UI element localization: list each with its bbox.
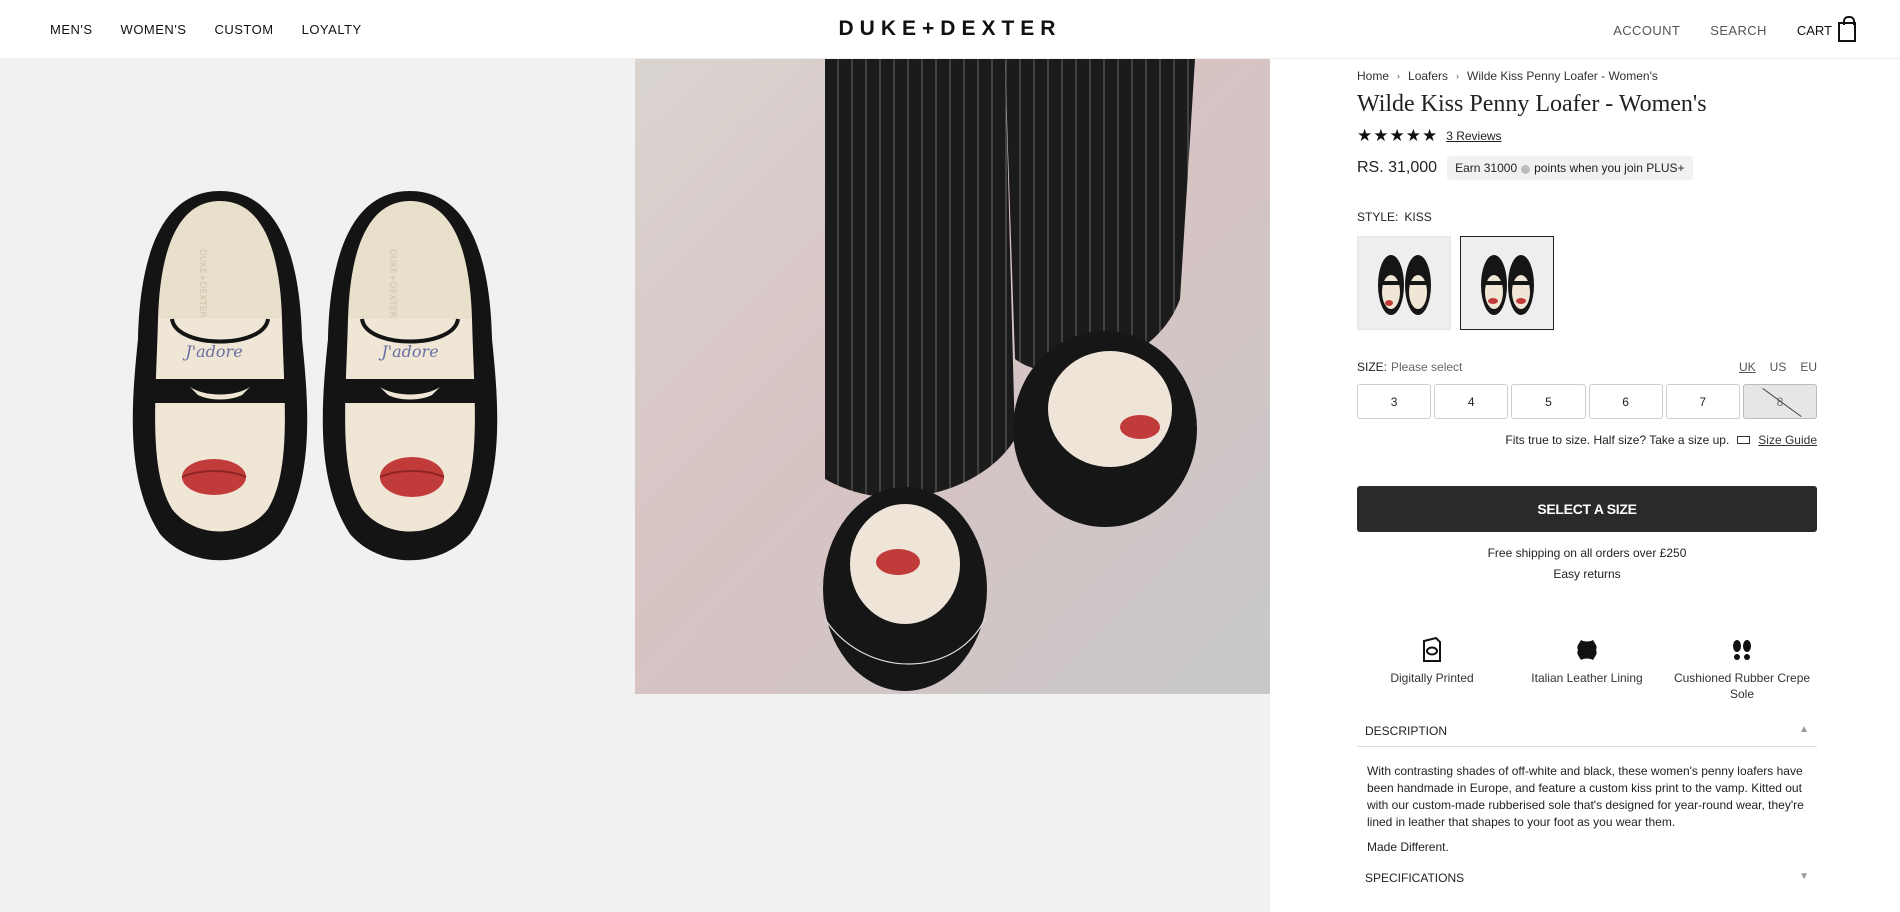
footprints-icon	[1667, 635, 1817, 665]
main-nav: MEN'S WOMEN'S CUSTOM LOYALTY	[50, 22, 362, 37]
account-link[interactable]: ACCOUNT	[1613, 23, 1680, 38]
size-options: 3 4 5 6 7 8	[1357, 384, 1818, 419]
feature-label: Cushioned Rubber Crepe Sole	[1673, 671, 1811, 701]
style-label: STYLE:	[1357, 210, 1399, 224]
swatch-thumbnail-icon	[1481, 255, 1534, 315]
fit-note-text: Fits true to size. Half size? Take a siz…	[1505, 433, 1730, 447]
product-gallery: J'adore DUKE+DEXTER J'adore DUKE+DEXTER	[0, 59, 1270, 912]
style-swatch-kiss[interactable]	[1460, 236, 1554, 330]
site-header: MEN'S WOMEN'S CUSTOM LOYALTY DUKE+DEXTER…	[0, 0, 1900, 59]
size-option-8-sold-out[interactable]: 8	[1742, 384, 1818, 419]
earn-points-suffix: points when you join PLUS+	[1534, 161, 1685, 175]
easy-returns-text: Easy returns	[1553, 567, 1621, 581]
ruler-icon	[1737, 436, 1751, 444]
script-text-right: J'adore	[378, 342, 438, 361]
nav-womens[interactable]: WOMEN'S	[121, 22, 187, 37]
feature-digitally-printed: Digitally Printed	[1357, 635, 1507, 702]
shopping-bag-icon	[1838, 16, 1856, 42]
free-shipping-text: Free shipping on all orders over £250	[1487, 546, 1687, 560]
size-label: SIZE:	[1357, 360, 1388, 374]
size-label-group: SIZE: Please select	[1357, 360, 1462, 374]
product-panel: Home › Loafers › Wilde Kiss Penny Loafer…	[1357, 59, 1818, 885]
specifications-heading: SPECIFICATIONS	[1365, 871, 1465, 885]
style-selector-label: STYLE: KISS	[1357, 210, 1817, 224]
lifestyle-photo-illustration	[635, 59, 1270, 694]
fit-note: Fits true to size. Half size? Take a siz…	[1357, 433, 1817, 447]
product-image-lifestyle[interactable]	[635, 59, 1270, 694]
size-option-7[interactable]: 7	[1665, 384, 1740, 419]
brand-stamp-left: DUKE+DEXTER	[197, 249, 207, 318]
breadcrumb: Home › Loafers › Wilde Kiss Penny Loafer…	[1357, 69, 1817, 83]
style-swatch-1[interactable]	[1357, 236, 1451, 330]
script-text-left: J'adore	[182, 342, 242, 361]
description-text: With contrasting shades of off-white and…	[1367, 764, 1804, 829]
specifications-accordion-header[interactable]: SPECIFICATIONS ▼	[1357, 871, 1817, 885]
loyalty-points-badge: Earn 31000 points when you join PLUS+	[1447, 156, 1693, 180]
size-unit-toggle: UK US EU	[1739, 360, 1817, 374]
breadcrumb-loafers[interactable]: Loafers	[1408, 69, 1448, 83]
chevron-right-icon: ›	[1397, 71, 1401, 81]
description-body: With contrasting shades of off-white and…	[1357, 747, 1817, 856]
leather-icon	[1512, 635, 1662, 665]
feature-rubber-sole: Cushioned Rubber Crepe Sole	[1667, 635, 1817, 702]
product-image-top-view[interactable]: J'adore DUKE+DEXTER J'adore DUKE+DEXTER	[0, 59, 635, 694]
size-option-3[interactable]: 3	[1357, 384, 1432, 419]
utility-nav: ACCOUNT SEARCH CART	[1613, 16, 1856, 42]
chevron-down-icon: ▼	[1799, 871, 1809, 882]
breadcrumb-home[interactable]: Home	[1357, 69, 1389, 83]
unit-us[interactable]: US	[1770, 360, 1787, 374]
unit-uk[interactable]: UK	[1739, 360, 1756, 374]
size-placeholder: Please select	[1391, 360, 1463, 374]
unit-eu[interactable]: EU	[1800, 360, 1817, 374]
size-header: SIZE: Please select UK US EU	[1357, 360, 1817, 374]
size-option-6[interactable]: 6	[1588, 384, 1663, 419]
shipping-info: Free shipping on all orders over £250 Ea…	[1357, 543, 1817, 585]
feature-label: Digitally Printed	[1390, 671, 1474, 685]
brand-stamp-right: DUKE+DEXTER	[387, 249, 397, 318]
breadcrumb-current[interactable]: Wilde Kiss Penny Loafer - Women's	[1467, 69, 1658, 83]
style-value: KISS	[1404, 210, 1432, 224]
cart-label: CART	[1796, 22, 1832, 38]
star-rating-icon[interactable]: ★★★★★	[1357, 126, 1438, 146]
feature-label: Italian Leather Lining	[1531, 671, 1643, 685]
product-price: RS. 31,000	[1357, 159, 1438, 176]
search-link[interactable]: SEARCH	[1710, 23, 1767, 38]
size-guide-link[interactable]: Size Guide	[1758, 433, 1817, 447]
description-accordion-header[interactable]: DESCRIPTION ▲	[1357, 724, 1817, 747]
cart-button[interactable]: CART	[1796, 16, 1856, 42]
chevron-up-icon: ▲	[1799, 724, 1809, 735]
size-option-4[interactable]: 4	[1434, 384, 1509, 419]
swatch-thumbnail-icon	[1378, 255, 1431, 315]
loafers-pair-illustration: J'adore DUKE+DEXTER J'adore DUKE+DEXTER	[124, 159, 518, 579]
rating-row: ★★★★★ 3 Reviews	[1357, 126, 1817, 146]
size-option-5[interactable]: 5	[1511, 384, 1586, 419]
earn-points-text: Earn 31000	[1455, 161, 1518, 175]
site-logo[interactable]: DUKE+DEXTER	[839, 17, 1062, 40]
style-swatches	[1357, 236, 1817, 330]
description-heading: DESCRIPTION	[1365, 724, 1448, 738]
feature-italian-leather: Italian Leather Lining	[1512, 635, 1662, 702]
nav-custom[interactable]: CUSTOM	[214, 22, 273, 37]
add-to-cart-button[interactable]: SELECT A SIZE	[1357, 486, 1817, 532]
price-row: RS. 31,000 Earn 31000 points when you jo…	[1357, 156, 1817, 180]
chevron-right-icon: ›	[1456, 71, 1460, 81]
reviews-link[interactable]: 3 Reviews	[1446, 129, 1501, 143]
product-title: Wilde Kiss Penny Loafer - Women's	[1357, 91, 1707, 117]
product-features: Digitally Printed Italian Leather Lining…	[1357, 635, 1817, 702]
points-coin-icon	[1521, 164, 1531, 174]
digital-print-icon	[1357, 635, 1507, 665]
description-tagline: Made Different.	[1367, 840, 1449, 854]
nav-mens[interactable]: MEN'S	[50, 22, 93, 37]
nav-loyalty[interactable]: LOYALTY	[302, 22, 362, 37]
